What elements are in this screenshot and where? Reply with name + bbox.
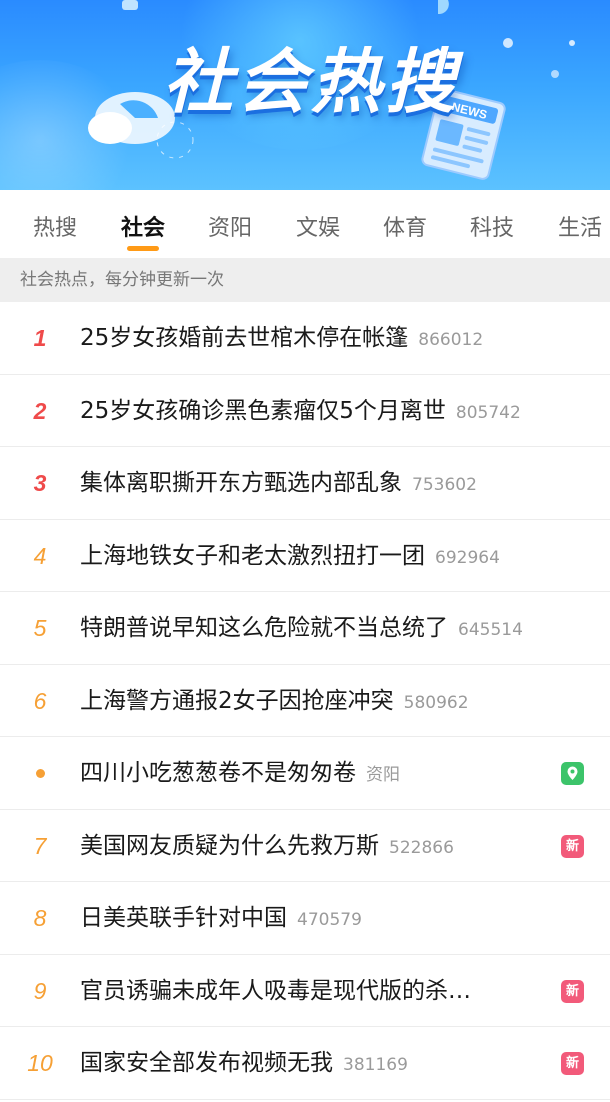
list-item[interactable]: 4 上海地铁女子和老太激烈扭打一团 692964: [0, 520, 610, 592]
location-icon: [561, 762, 584, 785]
orbit-decoration: [156, 121, 194, 159]
category-tabs: 热搜 社会 资阳 文娱 体育 科技 生活: [0, 190, 610, 258]
heat-value: 805742: [455, 402, 521, 423]
tab-ziyang[interactable]: 资阳: [208, 210, 252, 242]
rank-number: 6: [33, 687, 47, 714]
pointer-icon: [122, 0, 138, 10]
rank-number: 4: [33, 542, 47, 569]
heat-value: 381169: [343, 1055, 408, 1075]
new-badge: 新: [561, 979, 584, 1003]
tab-hot[interactable]: 热搜: [33, 210, 77, 242]
list-item[interactable]: 1 25岁女孩婚前去世棺木停在帐篷 866012: [0, 302, 610, 375]
sparkle-icon: [569, 40, 575, 46]
new-badge: 新: [561, 834, 584, 858]
rank-number: 3: [33, 470, 47, 496]
tab-sports[interactable]: 体育: [383, 210, 427, 242]
item-title[interactable]: 国家安全部发布视频无我: [80, 1050, 333, 1076]
rank-number: 10: [27, 1050, 53, 1076]
item-title[interactable]: 日美英联手针对中国: [80, 905, 287, 931]
heat-value: 692964: [435, 547, 500, 568]
item-title[interactable]: 25岁女孩确诊黑色素瘤仅5个月离世: [80, 398, 446, 424]
list-item[interactable]: 9 官员诱骗未成年人吸毒是现代版的杀… 新: [0, 955, 610, 1027]
local-dot-icon: [36, 769, 45, 778]
list-item[interactable]: 3 集体离职撕开东方甄选内部乱象 753602: [0, 447, 610, 520]
tab-society[interactable]: 社会: [121, 210, 165, 242]
rank-number: 2: [33, 397, 47, 424]
hot-search-list: 1 25岁女孩婚前去世棺木停在帐篷 866012 2 25岁女孩确诊黑色素瘤仅5个…: [0, 302, 610, 1100]
rank-number: 5: [33, 615, 47, 641]
item-title[interactable]: 上海地铁女子和老太激烈扭打一团: [80, 543, 425, 569]
list-item[interactable]: 四川小吃葱葱卷不是匆匆卷 资阳: [0, 737, 610, 810]
heat-value: 866012: [418, 330, 484, 350]
list-item[interactable]: 10 国家安全部发布视频无我 381169 新: [0, 1027, 610, 1100]
active-tab-indicator: [127, 246, 159, 251]
update-notice: 社会热点，每分钟更新一次: [0, 258, 610, 302]
item-title[interactable]: 集体离职撕开东方甄选内部乱象: [80, 470, 402, 496]
heat-value: 753602: [412, 475, 477, 495]
rank-number: 1: [33, 325, 47, 351]
item-title[interactable]: 25岁女孩婚前去世棺木停在帐篷: [80, 325, 408, 351]
tab-life[interactable]: 生活: [558, 210, 602, 242]
item-title[interactable]: 特朗普说早知这么危险就不当总统了: [80, 615, 448, 641]
sparkle-icon: [551, 70, 559, 78]
list-item[interactable]: 2 25岁女孩确诊黑色素瘤仅5个月离世 805742: [0, 375, 610, 447]
tab-entertainment[interactable]: 文娱: [296, 210, 340, 242]
heat-value: 522866: [389, 837, 454, 858]
heat-value: 580962: [403, 692, 469, 713]
location-label: 资阳: [366, 765, 400, 785]
rank-number: 9: [33, 977, 47, 1004]
item-title[interactable]: 官员诱骗未成年人吸毒是现代版的杀…: [80, 978, 471, 1004]
item-title[interactable]: 上海警方通报2女子因抢座冲突: [80, 688, 394, 714]
new-badge: 新: [561, 1052, 584, 1075]
rank-number: 7: [33, 832, 47, 859]
rank-number: 8: [33, 905, 47, 931]
heat-value: 470579: [297, 910, 362, 930]
list-item[interactable]: 5 特朗普说早知这么危险就不当总统了 645514: [0, 592, 610, 665]
tab-tech[interactable]: 科技: [470, 210, 514, 242]
banner: NEWS 社会热搜: [0, 0, 610, 190]
banner-title: 社会热搜: [163, 41, 459, 123]
heat-value: 645514: [458, 620, 523, 640]
list-item[interactable]: 7 美国网友质疑为什么先救万斯 522866 新: [0, 810, 610, 882]
pin-icon: [438, 0, 449, 15]
list-item[interactable]: 6 上海警方通报2女子因抢座冲突 580962: [0, 665, 610, 737]
sparkle-icon: [503, 38, 513, 48]
item-title[interactable]: 美国网友质疑为什么先救万斯: [80, 833, 379, 859]
list-item[interactable]: 8 日美英联手针对中国 470579: [0, 882, 610, 955]
item-title[interactable]: 四川小吃葱葱卷不是匆匆卷: [80, 760, 356, 786]
